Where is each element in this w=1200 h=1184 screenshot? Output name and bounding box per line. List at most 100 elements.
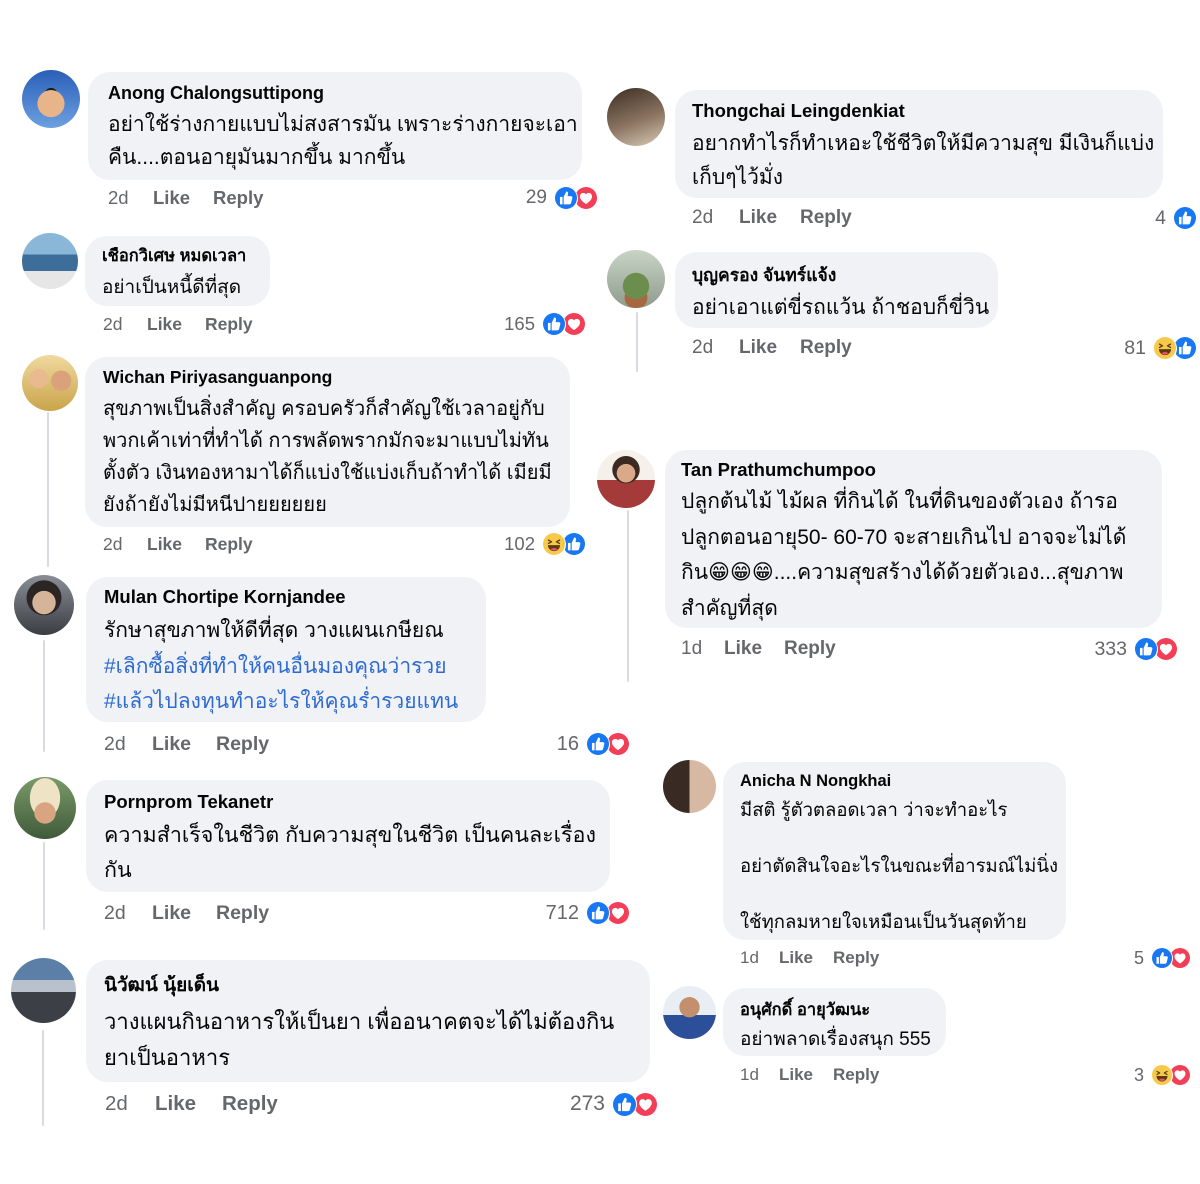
thread-line <box>42 1030 44 1126</box>
avatar[interactable] <box>607 88 665 146</box>
reaction-summary[interactable]: 4 <box>1155 205 1197 231</box>
comment-author[interactable]: Wichan Piriyasanguanpong <box>103 365 570 389</box>
like-button[interactable]: Like <box>779 948 833 968</box>
reaction-icons <box>1152 335 1197 361</box>
comment-bubble: อนุศักดิ์ อายุวัฒนะ อย่าพลาดเรื่องสนุก 5… <box>723 988 946 1056</box>
comment-actions: 2d Like Reply <box>692 336 852 360</box>
reaction-summary[interactable]: 29 <box>526 185 598 211</box>
thread-line <box>627 510 629 682</box>
like-button[interactable]: Like <box>147 534 205 555</box>
reaction-icons <box>585 900 630 926</box>
comment-bubble: Tan Prathumchumpoo ปลูกต้นไม้ ไม้ผล ที่ก… <box>665 450 1162 628</box>
like-reaction-icon <box>553 185 578 211</box>
thread-line <box>636 312 638 372</box>
reaction-summary[interactable]: 5 <box>1134 946 1191 970</box>
like-button[interactable]: Like <box>155 1092 222 1116</box>
avatar[interactable] <box>597 450 655 508</box>
avatar[interactable] <box>663 760 716 813</box>
comment-author[interactable]: บุญครอง จันทร์แจ้ง <box>692 263 998 287</box>
reply-button[interactable]: Reply <box>784 638 836 660</box>
reply-button[interactable]: Reply <box>833 948 879 968</box>
comment-timestamp[interactable]: 2d <box>105 1092 155 1116</box>
comment-actions: 1d Like Reply <box>740 1063 879 1087</box>
reply-button[interactable]: Reply <box>205 534 253 555</box>
comment-timestamp[interactable]: 2d <box>104 902 152 925</box>
avatar[interactable] <box>22 355 78 411</box>
like-button[interactable]: Like <box>724 638 784 660</box>
comment-bubble: Anicha N Nongkhai มีสติ รู้ตัวตลอดเวลา ว… <box>723 762 1066 940</box>
reply-button[interactable]: Reply <box>833 1065 879 1085</box>
like-button[interactable]: Like <box>153 187 213 209</box>
comment-timestamp[interactable]: 1d <box>740 948 779 968</box>
avatar[interactable] <box>14 777 76 839</box>
comment-timestamp[interactable]: 2d <box>108 187 153 209</box>
reaction-summary[interactable]: 3 <box>1134 1063 1191 1087</box>
reaction-count: 4 <box>1155 206 1166 229</box>
reply-button[interactable]: Reply <box>800 337 852 359</box>
avatar[interactable] <box>663 986 716 1039</box>
comment-author[interactable]: Tan Prathumchumpoo <box>681 458 1162 482</box>
comment-author[interactable]: Thongchai Leingdenkiat <box>692 99 1163 123</box>
comment-timestamp[interactable]: 2d <box>103 314 147 335</box>
hashtag-link[interactable]: #เลิกซื้อสิ่งที่ทำให้คนอื่นมองคุณว่ารวย <box>104 649 486 685</box>
haha-reaction-icon <box>1152 335 1177 361</box>
comment-timestamp[interactable]: 2d <box>104 733 152 756</box>
reaction-icons <box>541 531 586 557</box>
reaction-icons <box>1133 636 1178 662</box>
reaction-icons <box>585 731 630 757</box>
comment-author[interactable]: Anicha N Nongkhai <box>740 770 1066 792</box>
comment-timestamp[interactable]: 1d <box>740 1065 779 1085</box>
reaction-count: 712 <box>545 901 579 924</box>
comment-author[interactable]: Anong Chalongsuttipong <box>108 81 582 105</box>
like-button[interactable]: Like <box>739 337 800 359</box>
reaction-summary[interactable]: 81 <box>1124 335 1197 361</box>
like-button[interactable]: Like <box>147 314 205 335</box>
reply-button[interactable]: Reply <box>800 207 852 229</box>
avatar[interactable] <box>22 70 80 128</box>
reply-button[interactable]: Reply <box>216 733 269 756</box>
comment-text-line: สำคัญที่สุด <box>681 597 778 621</box>
reaction-count: 81 <box>1124 336 1146 359</box>
comment-timestamp[interactable]: 2d <box>103 534 147 555</box>
reaction-summary[interactable]: 165 <box>504 311 586 337</box>
reaction-count: 5 <box>1133 947 1144 968</box>
reaction-summary[interactable]: 333 <box>1094 636 1178 662</box>
comment-timestamp[interactable]: 2d <box>692 207 739 229</box>
reply-button[interactable]: Reply <box>213 187 263 209</box>
hashtag-link[interactable]: #แล้วไปลงทุนทำอะไรให้คุณร่ำรวยแทน <box>104 684 486 720</box>
reaction-count: 16 <box>556 732 579 755</box>
comments-collage: Anong Chalongsuttipong อย่าใช้ร่างกายแบบ… <box>0 0 1200 1184</box>
comment-bubble: บุญครอง จันทร์แจ้ง อย่าเอาแต่ขี่รถแว้น ถ… <box>675 252 998 328</box>
comment-bubble: Mulan Chortipe Kornjandee รักษาสุขภาพให้… <box>86 577 486 722</box>
avatar[interactable] <box>11 958 76 1023</box>
reply-button[interactable]: Reply <box>222 1092 278 1116</box>
like-button[interactable]: Like <box>152 733 216 756</box>
like-button[interactable]: Like <box>152 902 216 925</box>
comment-text-line: สุขภาพเป็นสิ่งสำคัญ ครอบครัวก็สำคัญใช้เว… <box>103 398 545 420</box>
reaction-count: 273 <box>569 1092 605 1115</box>
comment-timestamp[interactable]: 2d <box>692 337 739 359</box>
reply-button[interactable]: Reply <box>205 314 253 335</box>
reaction-summary[interactable]: 16 <box>556 731 630 757</box>
avatar[interactable] <box>607 250 665 308</box>
reply-button[interactable]: Reply <box>216 902 269 925</box>
comment-author[interactable]: Mulan Chortipe Kornjandee <box>104 585 486 609</box>
avatar[interactable] <box>14 575 74 635</box>
comment-text-line: ยาเป็นอาหาร <box>104 1045 231 1070</box>
comment-author[interactable]: เชือกวิเศษ หมดเวลา <box>102 245 270 267</box>
comment-actions: 2d Like Reply <box>692 206 852 230</box>
reaction-summary[interactable]: 273 <box>569 1091 658 1117</box>
avatar[interactable] <box>22 233 78 289</box>
reaction-summary[interactable]: 102 <box>504 531 586 557</box>
like-button[interactable]: Like <box>779 1065 833 1085</box>
comment-author[interactable]: Pornprom Tekanetr <box>104 790 610 814</box>
reaction-count: 3 <box>1133 1064 1144 1085</box>
like-button[interactable]: Like <box>739 207 800 229</box>
thread-line <box>47 412 49 567</box>
reaction-count: 165 <box>504 313 535 334</box>
comment-author[interactable]: นิวัฒน์ นุ้ยเด็น <box>104 973 650 999</box>
comment-text-line: วางแผนกินอาหารให้เป็นยา เพื่ออนาคตจะได้ไ… <box>104 1009 615 1034</box>
reaction-summary[interactable]: 712 <box>545 900 630 926</box>
comment-timestamp[interactable]: 1d <box>681 638 724 660</box>
comment-author[interactable]: อนุศักดิ์ อายุวัฒนะ <box>740 999 946 1021</box>
